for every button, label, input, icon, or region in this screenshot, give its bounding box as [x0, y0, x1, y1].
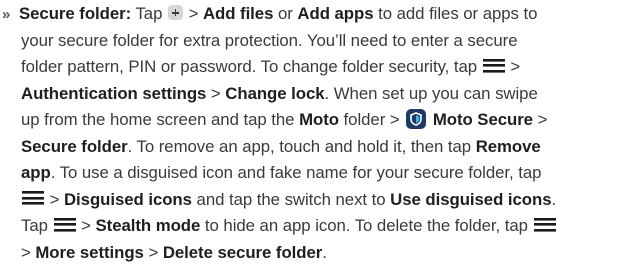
term-secure-folder: Secure folder [21, 137, 128, 156]
text: > [184, 4, 203, 23]
line-7: app. To use a disguised icon and fake na… [2, 160, 618, 187]
bullet-marker: » [2, 2, 19, 29]
term-disguised-icons: Disguised icons [64, 190, 192, 209]
text: > [206, 84, 225, 103]
term-remove: Remove [476, 137, 541, 156]
term-add-apps: Add apps [297, 4, 373, 23]
line-8: > Disguised icons and tap the switch nex… [2, 187, 618, 214]
term-add-files: Add files [203, 4, 273, 23]
shield-icon [406, 109, 426, 129]
text: > [21, 243, 35, 262]
text: folder pattern, PIN or password. To chan… [21, 57, 482, 76]
text: to hide an app icon. To delete the folde… [200, 216, 532, 235]
text: > [45, 190, 64, 209]
text: . [551, 190, 556, 209]
instruction-paragraph: »Secure folder: Tap > Add files or Add a… [2, 1, 618, 266]
line-2: your secure folder for extra protection.… [2, 28, 618, 55]
line-3: folder pattern, PIN or password. To chan… [2, 54, 618, 81]
heading-secure-folder: Secure folder: [19, 4, 131, 23]
term-moto-secure: Moto Secure [428, 110, 533, 129]
line-4: Authentication settings > Change lock. W… [2, 81, 618, 108]
term-use-disguised-icons: Use disguised icons [390, 190, 551, 209]
term-more-settings: More settings [35, 243, 143, 262]
term-stealth-mode: Stealth mode [96, 216, 201, 235]
term-change-lock: Change lock [225, 84, 324, 103]
text: Tap [21, 216, 53, 235]
text: > [506, 57, 520, 76]
term-delete-secure-folder: Delete secure folder [163, 243, 322, 262]
text: your secure folder for extra protection.… [21, 31, 518, 50]
menu-icon [54, 218, 76, 232]
text: folder > [339, 110, 404, 129]
line-6: Secure folder. To remove an app, touch a… [2, 134, 618, 161]
text: and tap the switch next to [192, 190, 390, 209]
text: or [273, 4, 297, 23]
term-authentication-settings: Authentication settings [21, 84, 206, 103]
menu-icon [534, 218, 556, 232]
term-moto: Moto [299, 110, 339, 129]
text: > [144, 243, 163, 262]
text: . To use a disguised icon and fake name … [51, 163, 542, 182]
line-5: up from the home screen and tap the Moto… [2, 107, 618, 134]
line-9: Tap > Stealth mode to hide an app icon. … [2, 213, 618, 240]
plus-icon [168, 5, 183, 20]
line-1: »Secure folder: Tap > Add files or Add a… [2, 1, 618, 28]
text: > [77, 216, 96, 235]
text: Tap [131, 4, 167, 23]
text: > [533, 110, 547, 129]
text: to add files or apps to [373, 4, 537, 23]
text: . To remove an app, touch and hold it, t… [128, 137, 476, 156]
text: . [322, 243, 327, 262]
text: . When set up you can swipe [325, 84, 538, 103]
line-10: > More settings > Delete secure folder. [2, 240, 618, 266]
menu-icon [22, 191, 44, 205]
term-app: app [21, 163, 51, 182]
text: up from the home screen and tap the [21, 110, 299, 129]
menu-icon [483, 59, 505, 73]
